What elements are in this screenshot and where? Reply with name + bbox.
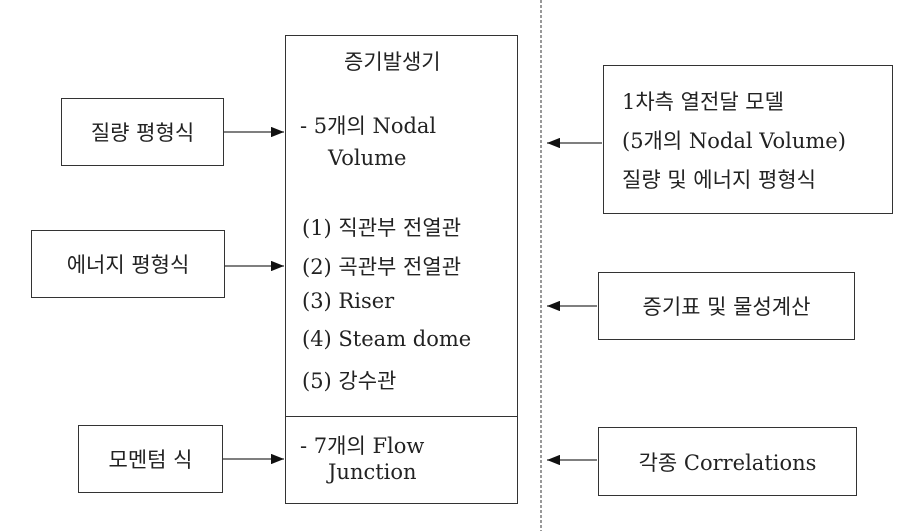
steam-generator-box: 증기발생기 - 5개의 Nodal Volume (1) 직관부 전열관 (2)… <box>285 35 518 504</box>
correlations-box: 각종 Correlations <box>598 427 857 496</box>
flow-junction-line1: - 7개의 Flow <box>300 434 425 458</box>
mass-balance-label: 질량 평형식 <box>90 121 195 145</box>
momentum-box: 모멘텀 식 <box>78 425 223 493</box>
flow-junction-line2: Junction <box>328 460 417 484</box>
momentum-label: 모멘텀 식 <box>108 448 193 472</box>
volume-item-5: (5) 강수관 <box>302 369 397 393</box>
primary-line1: 1차측 열전달 모델 <box>622 90 784 114</box>
section-divider <box>286 416 517 417</box>
steam-table-label: 증기표 및 물성계산 <box>642 295 811 319</box>
nodal-volume-line1: - 5개의 Nodal <box>300 114 437 138</box>
correlations-label: 각종 Correlations <box>638 450 817 475</box>
volume-item-4: (4) Steam dome <box>302 327 472 351</box>
primary-heat-transfer-box: 1차측 열전달 모델 (5개의 Nodal Volume) 질량 및 에너지 평… <box>603 65 893 214</box>
volume-item-2: (2) 곡관부 전열관 <box>302 255 462 279</box>
energy-balance-box: 에너지 평형식 <box>31 230 225 298</box>
primary-line3: 질량 및 에너지 평형식 <box>622 168 816 192</box>
mass-balance-box: 질량 평형식 <box>61 98 224 166</box>
volume-item-1: (1) 직관부 전열관 <box>302 216 462 240</box>
nodal-volume-line2: Volume <box>328 146 407 170</box>
steam-generator-title: 증기발생기 <box>344 50 441 74</box>
energy-balance-label: 에너지 평형식 <box>66 253 190 277</box>
volume-item-3: (3) Riser <box>302 289 395 313</box>
primary-line2: (5개의 Nodal Volume) <box>622 129 846 153</box>
steam-table-box: 증기표 및 물성계산 <box>598 272 855 340</box>
